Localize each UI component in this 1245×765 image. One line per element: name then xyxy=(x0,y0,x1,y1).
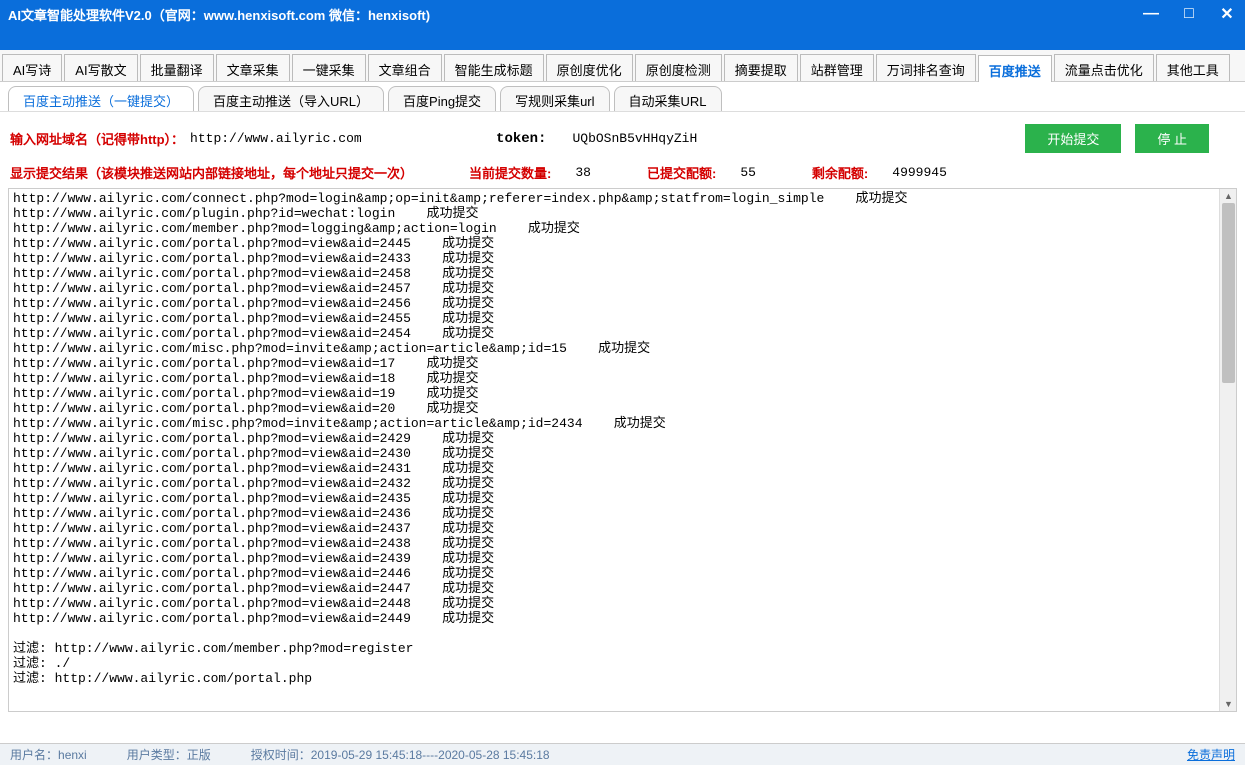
toolbar-strip xyxy=(0,28,1245,50)
status-row: 显示提交结果（该模块推送网站内部链接地址，每个地址只提交一次） 当前提交数量: … xyxy=(0,159,1245,188)
input-row: 输入网址域名（记得带http）： token: UQbOSnB5vHHqyZiH… xyxy=(0,112,1245,159)
main-tab-2[interactable]: 批量翻译 xyxy=(140,54,214,81)
main-tab-7[interactable]: 原创度优化 xyxy=(546,54,633,81)
remain-quota-value: 4999945 xyxy=(892,165,947,180)
sub-tabs: 百度主动推送（一键提交）百度主动推送（导入URL）百度Ping提交写规则采集ur… xyxy=(0,82,1245,112)
submitted-quota-label: 已提交配额: xyxy=(647,163,716,182)
sub-tab-3[interactable]: 写规则采集url xyxy=(500,86,609,111)
disclaimer-link[interactable]: 免责声明 xyxy=(1187,746,1235,763)
current-count-label: 当前提交数量: xyxy=(469,163,551,182)
main-tab-14[interactable]: 其他工具 xyxy=(1156,54,1230,81)
sub-tab-0[interactable]: 百度主动推送（一键提交） xyxy=(8,86,194,111)
url-input[interactable] xyxy=(190,131,430,146)
main-tab-1[interactable]: AI写散文 xyxy=(64,54,137,81)
main-tab-3[interactable]: 文章采集 xyxy=(216,54,290,81)
main-tab-10[interactable]: 站群管理 xyxy=(800,54,874,81)
token-label: token: xyxy=(496,131,546,147)
title-bar: AI文章智能处理软件V2.0（官网：www.henxisoft.com 微信：h… xyxy=(0,0,1245,28)
main-tab-9[interactable]: 摘要提取 xyxy=(724,54,798,81)
main-tab-6[interactable]: 智能生成标题 xyxy=(444,54,544,81)
log-output[interactable]: http://www.ailyric.com/connect.php?mod=l… xyxy=(9,189,1236,711)
sb-auth: 授权时间：2019-05-29 15:45:18----2020-05-28 1… xyxy=(251,746,550,763)
log-container: http://www.ailyric.com/connect.php?mod=l… xyxy=(8,188,1237,712)
sub-tab-2[interactable]: 百度Ping提交 xyxy=(388,86,496,111)
maximize-icon[interactable]: □ xyxy=(1179,5,1199,23)
main-tab-5[interactable]: 文章组合 xyxy=(368,54,442,81)
app-title: AI文章智能处理软件V2.0（官网：www.henxisoft.com 微信：h… xyxy=(8,5,430,24)
sb-user-value: henxi xyxy=(58,748,87,762)
sub-tab-1[interactable]: 百度主动推送（导入URL） xyxy=(198,86,384,111)
sb-type-value: 正版 xyxy=(187,748,211,762)
sub-tab-4[interactable]: 自动采集URL xyxy=(614,86,722,111)
sb-user-label: 用户名： xyxy=(10,748,58,762)
remain-quota-label: 剩余配额: xyxy=(812,163,868,182)
main-tab-4[interactable]: 一键采集 xyxy=(292,54,366,81)
scroll-up-icon[interactable]: ▲ xyxy=(1220,189,1237,203)
sb-type-label: 用户类型： xyxy=(127,748,187,762)
main-tab-11[interactable]: 万词排名查询 xyxy=(876,54,976,81)
sb-usertype: 用户类型：正版 xyxy=(127,746,211,763)
window-controls: — □ ✕ xyxy=(1141,4,1237,24)
token-value: UQbOSnB5vHHqyZiH xyxy=(572,131,772,146)
status-bar: 用户名：henxi 用户类型：正版 授权时间：2019-05-29 15:45:… xyxy=(0,743,1245,765)
scroll-down-icon[interactable]: ▼ xyxy=(1220,697,1237,711)
scroll-thumb[interactable] xyxy=(1222,203,1235,383)
url-label: 输入网址域名（记得带http）： xyxy=(10,129,184,148)
submitted-quota-value: 55 xyxy=(740,165,756,180)
result-label: 显示提交结果（该模块推送网站内部链接地址，每个地址只提交一次） xyxy=(10,163,413,182)
minimize-icon[interactable]: — xyxy=(1141,5,1161,23)
sb-auth-label: 授权时间： xyxy=(251,748,311,762)
stop-button[interactable]: 停 止 xyxy=(1135,124,1209,153)
close-icon[interactable]: ✕ xyxy=(1217,4,1237,24)
main-tab-8[interactable]: 原创度检测 xyxy=(635,54,722,81)
sb-auth-value: 2019-05-29 15:45:18----2020-05-28 15:45:… xyxy=(311,748,550,762)
main-tabs: AI写诗AI写散文批量翻译文章采集一键采集文章组合智能生成标题原创度优化原创度检… xyxy=(0,50,1245,82)
main-tab-0[interactable]: AI写诗 xyxy=(2,54,62,81)
main-tab-12[interactable]: 百度推送 xyxy=(978,55,1052,82)
scrollbar[interactable]: ▲ ▼ xyxy=(1219,189,1236,711)
current-count-value: 38 xyxy=(575,165,591,180)
start-submit-button[interactable]: 开始提交 xyxy=(1025,124,1121,153)
main-tab-13[interactable]: 流量点击优化 xyxy=(1054,54,1154,81)
sb-username: 用户名：henxi xyxy=(10,746,87,763)
